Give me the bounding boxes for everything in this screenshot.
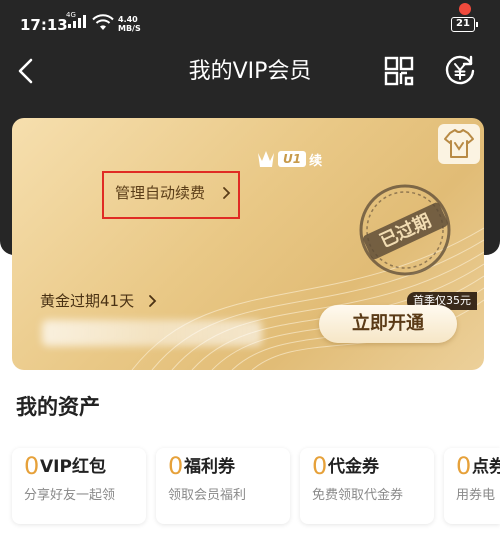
asset-name: 代金券 (328, 457, 379, 477)
crown-icon (258, 151, 274, 167)
chevron-right-icon (149, 295, 157, 307)
asset-desc: 领取会员福利 (168, 488, 247, 503)
asset-count: 0 (168, 452, 184, 480)
asset-card-points[interactable]: 0 点券 用券电 (444, 448, 500, 524)
network-speed: 4.40 MB/S (118, 15, 141, 33)
asset-name: 点券 (472, 457, 500, 477)
stamp-text: 已过期 (376, 210, 434, 253)
qr-code-icon[interactable] (383, 55, 415, 87)
open-vip-button[interactable]: 立即开通 (319, 305, 457, 343)
status-bar: 17:13 4G 4.40 MB/S 21 (0, 0, 500, 48)
chevron-right-icon (223, 187, 231, 199)
asset-name: VIP红包 (40, 457, 106, 477)
manage-auto-renew-link[interactable]: 管理自动续费 (115, 182, 205, 204)
asset-card-welfare-coupon[interactable]: 0 福利券 领取会员福利 (156, 448, 290, 524)
assets-title: 我的资产 (16, 395, 100, 419)
expired-stamp: 已过期 (359, 184, 451, 276)
blurred-account-info (42, 320, 262, 346)
chevron-left-icon[interactable] (14, 56, 38, 86)
notification-dot (459, 3, 471, 15)
logo-suffix: 续 (309, 153, 323, 169)
asset-count: 0 (24, 452, 40, 480)
asset-count: 0 (456, 452, 472, 480)
logo-text: U1 (278, 151, 307, 167)
asset-card-vip-redpacket[interactable]: 0 VIP红包 分享好友一起领 (12, 448, 146, 524)
yuan-refresh-icon[interactable] (443, 54, 477, 88)
asset-desc: 分享好友一起领 (24, 488, 116, 503)
signal-icon: 4G (66, 11, 86, 28)
asset-desc: 免费领取代金券 (312, 488, 404, 503)
asset-name: 福利券 (184, 457, 235, 477)
asset-card-voucher[interactable]: 0 代金券 免费领取代金券 (300, 448, 434, 524)
asset-desc: 用券电 (456, 488, 496, 503)
wifi-icon (92, 14, 114, 30)
vip-shirt-badge[interactable] (438, 124, 480, 164)
page-title: 我的VIP会员 (188, 59, 312, 84)
asset-count: 0 (312, 452, 328, 480)
u1-logo: U1 续 (257, 148, 322, 170)
gold-expire-text[interactable]: 黄金过期41天 (40, 290, 134, 312)
status-time: 17:13 (20, 16, 68, 34)
shirt-icon (444, 129, 474, 158)
battery-icon: 21 (451, 17, 478, 32)
